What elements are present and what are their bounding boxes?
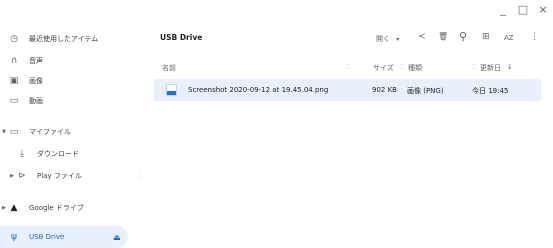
file-modified: 今日 19:45 bbox=[472, 87, 509, 95]
sidebar-item-my-files[interactable]: ▼ ▭ マイファイル bbox=[0, 121, 132, 143]
column-header-size[interactable]: サイズ bbox=[373, 63, 394, 73]
column-header-name[interactable]: 名前 bbox=[162, 63, 176, 73]
column-headers: 名前 ⁚⁚ サイズ ⁚⁚ 種類 ⁚⁚ 更新日 ↓ bbox=[150, 56, 553, 76]
sidebar-item-audio[interactable]: ∩ 音声 bbox=[0, 50, 132, 72]
laptop-icon: ▭ bbox=[9, 127, 19, 137]
sidebar-item-images[interactable]: ▣ 画像 bbox=[0, 70, 132, 92]
sort-arrow-icon[interactable]: ↓ bbox=[507, 63, 513, 71]
column-divider[interactable]: ⁚⁚ bbox=[346, 63, 350, 71]
open-button-label: 開く bbox=[376, 35, 390, 43]
drive-icon: ▲ bbox=[10, 203, 18, 213]
sidebar-item-label: USB Drive bbox=[29, 233, 65, 241]
sidebar-item-downloads[interactable]: ⤓ ダウンロード bbox=[0, 143, 132, 165]
expand-arrow-icon[interactable]: ▼ bbox=[0, 129, 8, 135]
column-divider[interactable]: ⁚⁚ bbox=[472, 63, 476, 71]
image-icon: ▣ bbox=[9, 76, 19, 86]
headphones-icon: ∩ bbox=[10, 56, 18, 66]
search-icon[interactable]: ⚲ bbox=[459, 30, 467, 43]
chevron-down-icon: ▾ bbox=[396, 36, 400, 43]
expand-arrow-icon[interactable]: ▶ bbox=[8, 173, 16, 179]
sidebar-item-label: 動画 bbox=[29, 97, 43, 105]
sidebar-item-label: マイファイル bbox=[29, 128, 71, 136]
grid-view-icon[interactable]: ⊞ bbox=[482, 32, 490, 42]
close-button[interactable]: × bbox=[537, 2, 549, 18]
sidebar-item-label: ダウンロード bbox=[37, 150, 79, 158]
sidebar-item-google-drive[interactable]: ▶ ▲ Google ドライブ bbox=[0, 197, 132, 219]
expand-arrow-icon[interactable]: ▶ bbox=[0, 205, 8, 211]
sidebar-item-label: 音声 bbox=[29, 57, 43, 65]
file-type: 画像 (PNG) bbox=[407, 87, 444, 95]
eject-icon[interactable]: ⏏ bbox=[113, 233, 121, 242]
sidebar-item-label: 画像 bbox=[29, 77, 43, 85]
toolbar: USB Drive 開く ▾ ≺ 🗑 ⚲ ⊞ AZ ⋮ bbox=[150, 20, 553, 56]
column-divider[interactable]: ⁚⁚ bbox=[400, 63, 404, 71]
minimize-button[interactable]: _ bbox=[497, 2, 509, 18]
clock-icon: ◷ bbox=[10, 34, 18, 44]
window-controls: _ □ × bbox=[497, 2, 549, 18]
breadcrumb[interactable]: USB Drive bbox=[160, 33, 202, 42]
usb-icon: ψ bbox=[11, 232, 17, 242]
table-row[interactable]: Screenshot 2020-09-12 at 19.45.04.png 90… bbox=[154, 79, 541, 101]
file-list-pane: USB Drive 開く ▾ ≺ 🗑 ⚲ ⊞ AZ ⋮ 名前 ⁚⁚ サイズ ⁚⁚… bbox=[150, 20, 553, 245]
sidebar-resize-handle[interactable]: ⁚⁚ bbox=[139, 174, 143, 189]
play-icon: ⊳ bbox=[18, 171, 26, 181]
sidebar-item-label: Google ドライブ bbox=[29, 204, 84, 212]
sidebar: ◷ 最近使用したアイテム ∩ 音声 ▣ 画像 ▭ 動画 ▼ ▭ マイファイル ⤓ … bbox=[0, 20, 132, 248]
sidebar-item-play-files[interactable]: ▶ ⊳ Play ファイル bbox=[0, 165, 132, 187]
column-header-type[interactable]: 種類 bbox=[408, 63, 422, 73]
download-icon: ⤓ bbox=[20, 149, 24, 159]
sidebar-item-label: Play ファイル bbox=[37, 172, 82, 180]
more-options-icon[interactable]: ⋮ bbox=[530, 32, 539, 42]
maximize-button[interactable]: □ bbox=[517, 2, 529, 18]
share-icon[interactable]: ≺ bbox=[418, 32, 426, 42]
sidebar-item-recent[interactable]: ◷ 最近使用したアイテム bbox=[0, 28, 132, 50]
sort-icon[interactable]: AZ bbox=[504, 34, 514, 42]
file-thumbnail-icon bbox=[166, 84, 177, 96]
file-name: Screenshot 2020-09-12 at 19.45.04.png bbox=[188, 86, 329, 94]
sidebar-item-videos[interactable]: ▭ 動画 bbox=[0, 90, 132, 112]
file-size: 902 KB bbox=[372, 86, 397, 94]
open-button[interactable]: 開く ▾ bbox=[376, 34, 399, 44]
sidebar-item-label: 最近使用したアイテム bbox=[29, 35, 99, 43]
delete-icon[interactable]: 🗑 bbox=[438, 32, 448, 41]
column-header-modified[interactable]: 更新日 bbox=[480, 63, 501, 73]
video-icon: ▭ bbox=[9, 96, 19, 106]
